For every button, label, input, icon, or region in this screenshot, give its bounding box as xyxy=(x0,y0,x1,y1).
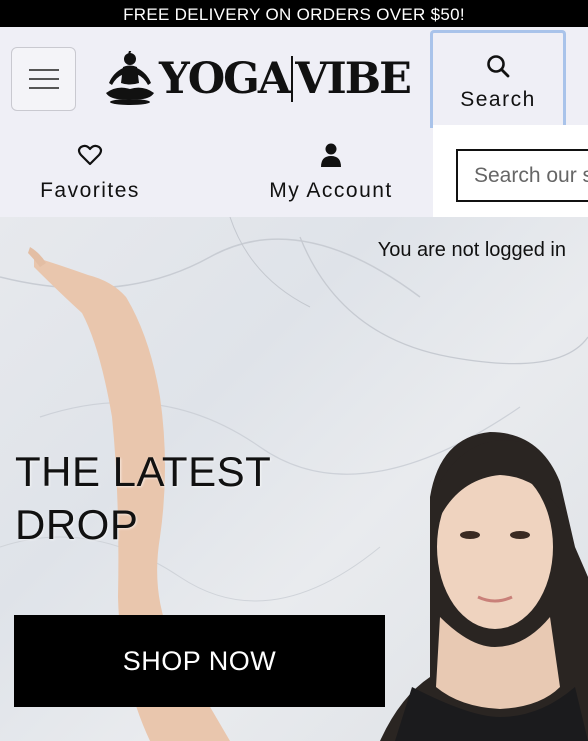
shop-now-button[interactable]: SHOP NOW xyxy=(14,615,385,707)
logo-text-yoga: YOGA xyxy=(159,54,291,104)
search-toggle-button[interactable]: Search xyxy=(430,30,566,128)
hero-banner: You are not logged in THE LATEST DROP SH… xyxy=(0,217,588,741)
logo-wordmark: YOGA VIBE xyxy=(159,54,412,104)
user-icon xyxy=(321,143,341,167)
promo-banner: FREE DELIVERY ON ORDERS OVER $50! xyxy=(0,0,588,27)
search-dropdown xyxy=(433,125,588,223)
logo-divider xyxy=(291,56,294,102)
site-header: YOGA VIBE Search Favorites My Account xyxy=(0,27,588,223)
menu-button[interactable] xyxy=(11,47,76,111)
hero-title-line-2: DROP xyxy=(15,501,139,548)
search-input[interactable] xyxy=(456,149,588,202)
site-logo[interactable]: YOGA VIBE xyxy=(103,49,412,109)
hero-title-line-1: THE LATEST xyxy=(15,448,272,495)
search-icon xyxy=(487,55,510,78)
hamburger-menu-icon xyxy=(28,69,59,89)
favorites-label: Favorites xyxy=(40,179,140,202)
login-status-text: You are not logged in xyxy=(377,239,566,261)
my-account-label: My Account xyxy=(269,179,393,202)
logo-text-vibe: VIBE xyxy=(295,54,412,104)
meditating-figure-icon xyxy=(106,51,154,105)
hero-title: THE LATEST DROP xyxy=(15,445,271,551)
favorites-link[interactable]: Favorites xyxy=(30,142,150,203)
heart-icon xyxy=(77,144,103,166)
search-label: Search xyxy=(460,88,536,111)
my-account-link[interactable]: My Account xyxy=(254,142,408,203)
